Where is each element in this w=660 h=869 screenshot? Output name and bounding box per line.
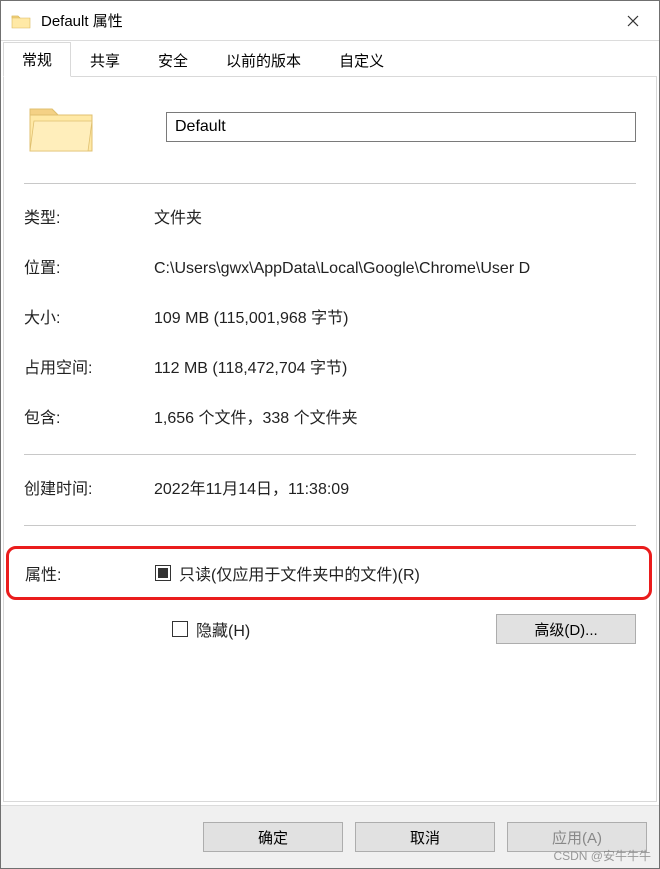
type-label: 类型: xyxy=(24,204,154,228)
cancel-button[interactable]: 取消 xyxy=(355,822,495,852)
apply-button[interactable]: 应用(A) xyxy=(507,822,647,852)
ok-button[interactable]: 确定 xyxy=(203,822,343,852)
dialog-button-bar: 确定 取消 应用(A) xyxy=(1,805,659,868)
location-label: 位置: xyxy=(24,254,154,278)
separator xyxy=(24,454,636,455)
row-type: 类型: 文件夹 xyxy=(24,204,636,228)
folder-name-input[interactable] xyxy=(166,112,636,142)
hidden-label[interactable]: 隐藏(H) xyxy=(196,617,250,641)
folder-large-icon xyxy=(28,99,94,155)
close-icon xyxy=(627,15,639,27)
size-value: 109 MB (115,001,968 字节) xyxy=(154,304,636,328)
tab-panel: 类型: 文件夹 位置: C:\Users\gwx\AppData\Local\G… xyxy=(3,76,657,802)
contains-value: 1,656 个文件，338 个文件夹 xyxy=(154,404,636,428)
tab-general[interactable]: 常规 xyxy=(3,42,71,77)
hidden-checkbox[interactable] xyxy=(172,621,188,637)
attributes-label: 属性: xyxy=(25,561,155,585)
readonly-label[interactable]: 只读(仅应用于文件夹中的文件)(R) xyxy=(179,561,420,585)
row-size-on-disk: 占用空间: 112 MB (118,472,704 字节) xyxy=(24,354,636,378)
tab-previous-versions[interactable]: 以前的版本 xyxy=(207,43,320,77)
created-value: 2022年11月14日，11:38:09 xyxy=(154,475,636,499)
separator xyxy=(24,183,636,184)
row-created: 创建时间: 2022年11月14日，11:38:09 xyxy=(24,475,636,499)
titlebar: Default 属性 xyxy=(1,1,659,41)
row-attributes: 属性: 只读(仅应用于文件夹中的文件)(R) xyxy=(25,561,633,585)
properties-dialog: Default 属性 常规 共享 安全 以前的版本 自定义 xyxy=(0,0,660,869)
window-title: Default 属性 xyxy=(41,10,123,31)
tab-share[interactable]: 共享 xyxy=(71,43,139,77)
separator xyxy=(24,525,636,526)
tab-customize[interactable]: 自定义 xyxy=(320,43,403,77)
contains-label: 包含: xyxy=(24,404,154,428)
attributes-highlight: 属性: 只读(仅应用于文件夹中的文件)(R) xyxy=(6,546,652,600)
row-location: 位置: C:\Users\gwx\AppData\Local\Google\Ch… xyxy=(24,254,636,278)
created-label: 创建时间: xyxy=(24,475,154,499)
size-label: 大小: xyxy=(24,304,154,328)
folder-icon xyxy=(11,13,31,29)
header-row xyxy=(24,99,636,155)
type-value: 文件夹 xyxy=(154,204,636,228)
advanced-button[interactable]: 高级(D)... xyxy=(496,614,636,644)
row-hidden: 隐藏(H) 高级(D)... xyxy=(28,614,636,644)
location-value: C:\Users\gwx\AppData\Local\Google\Chrome… xyxy=(154,260,636,278)
tab-strip: 常规 共享 安全 以前的版本 自定义 xyxy=(1,41,659,77)
close-button[interactable] xyxy=(607,2,659,40)
tab-security[interactable]: 安全 xyxy=(139,43,207,77)
readonly-checkbox[interactable] xyxy=(155,565,171,581)
row-contains: 包含: 1,656 个文件，338 个文件夹 xyxy=(24,404,636,428)
size-on-disk-value: 112 MB (118,472,704 字节) xyxy=(154,354,636,378)
size-on-disk-label: 占用空间: xyxy=(24,354,154,378)
row-size: 大小: 109 MB (115,001,968 字节) xyxy=(24,304,636,328)
